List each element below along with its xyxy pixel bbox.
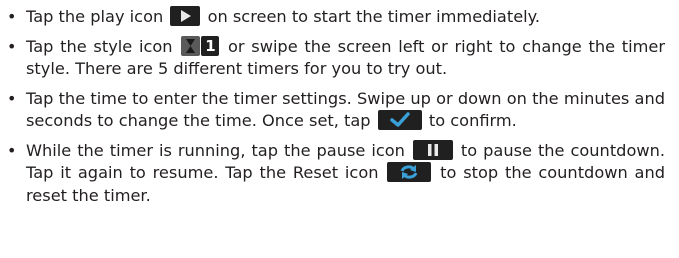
- instruction-list: • Tap the play icon on screen to start t…: [0, 0, 679, 207]
- list-item: • While the timer is running, tap the pa…: [0, 139, 665, 208]
- bullet: •: [7, 36, 17, 56]
- item-text: Tap the time to enter the timer settings…: [26, 88, 665, 131]
- bullet: •: [7, 7, 17, 26]
- checkmark-icon: [377, 110, 422, 130]
- item-text: Tap the play icon: [26, 7, 164, 26]
- reset-icon: [387, 162, 432, 182]
- list-item: • Tap the style icon 1 or swipe the scre…: [0, 35, 665, 81]
- bullet: •: [7, 140, 17, 160]
- play-icon: [170, 6, 201, 26]
- item-text: While the timer is running, tap the paus…: [26, 140, 405, 160]
- item-text: on screen to start the timer immediately…: [207, 7, 541, 26]
- list-item: • Tap the time to enter the timer settin…: [0, 88, 665, 133]
- pause-icon: [412, 139, 453, 160]
- hourglass-style-icon: 1: [181, 35, 220, 56]
- style-digit: 1: [205, 36, 216, 55]
- item-text: to confirm.: [428, 111, 517, 130]
- bullet: •: [7, 88, 17, 108]
- list-item: • Tap the play icon on screen to start t…: [0, 6, 665, 29]
- item-text: Tap the style icon: [26, 36, 173, 56]
